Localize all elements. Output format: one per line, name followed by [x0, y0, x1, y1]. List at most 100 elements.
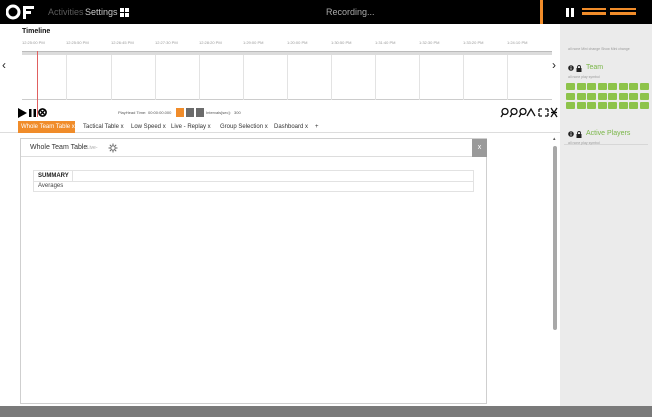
intervals-input[interactable]: 300 — [234, 110, 241, 115]
sidebar-filter-links[interactable]: all none Mini change Show Mini change — [568, 47, 630, 51]
close-panel-button[interactable]: x — [472, 139, 487, 157]
timeline-gridline — [331, 55, 332, 100]
audio-meter-icon — [582, 8, 636, 15]
gear-icon[interactable] — [108, 143, 118, 153]
player-chip[interactable] — [639, 83, 649, 90]
speed-button[interactable] — [196, 108, 204, 117]
player-chip[interactable] — [576, 102, 586, 109]
timeline-gridline — [419, 55, 420, 100]
tab-live-replay[interactable]: Live - Replay x — [168, 121, 214, 133]
timeline-gridline — [463, 55, 464, 100]
play-icon[interactable] — [18, 108, 27, 118]
timeline-tick: 12:28:20 PM — [199, 40, 222, 45]
player-chip[interactable] — [597, 102, 607, 109]
timeline-tick: 12:27:30 PM — [155, 40, 178, 45]
info-icon[interactable] — [568, 131, 574, 137]
info-icon[interactable] — [568, 65, 574, 71]
scrollbar-thumb[interactable] — [553, 146, 557, 330]
timeline-gridline — [66, 55, 67, 100]
summary-table: SUMMARY Averages — [33, 170, 474, 192]
timeline-tick: 1:29:00 PM — [243, 40, 264, 45]
player-chip[interactable] — [629, 102, 638, 109]
tab-tactical-table[interactable]: Tactical Table x — [80, 121, 127, 133]
player-chip[interactable] — [618, 92, 628, 100]
player-chip[interactable] — [576, 92, 586, 100]
active-players-title: Active Players — [586, 130, 631, 137]
player-chip[interactable] — [629, 92, 638, 100]
panel-header: Whole Team Table -Live- x — [21, 139, 487, 157]
player-chip[interactable] — [587, 83, 596, 90]
recording-status: Recording... — [326, 7, 375, 17]
player-chip[interactable] — [618, 102, 628, 109]
player-chip[interactable] — [639, 92, 649, 100]
right-sidebar: all none Mini change Show Mini change Te… — [560, 24, 652, 407]
transport-controls: PlayHead Time: 00:00:00.000 Intervals[se… — [0, 107, 560, 119]
lock-icon[interactable] — [576, 131, 582, 138]
stop-icon[interactable] — [38, 108, 47, 117]
tab-group-selection[interactable]: Group Selection x — [217, 121, 271, 133]
tab-bar: Whole Team Table x Tactical Table x Low … — [0, 121, 560, 133]
timeline-gridline — [287, 55, 288, 100]
tab-dashboard[interactable]: Dashboard x — [271, 121, 311, 133]
timeline-tick: 1:31:40 PM — [375, 40, 396, 45]
speed-button-orange[interactable] — [176, 108, 184, 117]
row-divider — [34, 181, 473, 182]
player-chip[interactable] — [597, 92, 607, 100]
player-chip[interactable] — [618, 83, 628, 90]
whole-team-table-panel: Whole Team Table -Live- x SUMMARY Averag… — [20, 138, 487, 404]
bottom-bar — [0, 406, 652, 417]
scroll-up-icon[interactable]: ▴ — [553, 136, 557, 142]
pause-icon[interactable] — [29, 109, 36, 117]
timeline-panel: Timeline 12:25:00 PM 12:25:50 PM 12:26:4… — [0, 24, 560, 120]
logo-icon — [6, 4, 34, 20]
panel-title: Whole Team Table — [30, 144, 88, 151]
player-chip[interactable] — [566, 83, 575, 90]
zoom-tools-icon[interactable] — [500, 107, 558, 118]
player-chip[interactable] — [608, 102, 617, 109]
player-chip[interactable] — [587, 92, 596, 100]
nav-settings[interactable]: Settings — [85, 7, 118, 17]
summary-header: SUMMARY — [38, 173, 69, 179]
add-tab-button[interactable]: + — [312, 121, 322, 133]
timeline-track[interactable] — [22, 55, 552, 100]
timeline-ticks: 12:25:00 PM 12:25:50 PM 12:26:45 PM 12:2… — [0, 40, 560, 48]
player-chip[interactable] — [566, 92, 575, 100]
playhead-time-value: 00:00:00.000 — [148, 110, 172, 115]
active-players-filter-links[interactable]: all none play symbol — [568, 141, 600, 145]
speed-button[interactable] — [186, 108, 194, 117]
timeline-tick: 1:20:00 PM — [287, 40, 308, 45]
pause-icon[interactable] — [566, 8, 574, 17]
timeline-tick: 1:33:20 PM — [463, 40, 484, 45]
player-chip[interactable] — [639, 102, 649, 109]
playhead-time-label: PlayHead Time: — [118, 110, 147, 115]
timeline-tick: 12:25:00 PM — [22, 40, 45, 45]
tab-low-speed[interactable]: Low Speed x — [128, 121, 169, 133]
timeline-gridline — [375, 55, 376, 100]
timeline-tick: 1:30:50 PM — [331, 40, 352, 45]
main-scrollbar[interactable]: ▴ — [553, 136, 557, 404]
top-bar: Activities Settings Recording... — [0, 0, 652, 24]
column-divider — [72, 171, 73, 181]
timeline-tick: 12:25:50 PM — [66, 40, 89, 45]
timeline-gridline — [243, 55, 244, 100]
player-chip[interactable] — [608, 83, 617, 90]
tab-whole-team-table[interactable]: Whole Team Table x — [18, 121, 75, 133]
scroll-right-icon[interactable]: › — [552, 58, 556, 72]
player-chip[interactable] — [566, 102, 575, 109]
player-chip[interactable] — [597, 83, 607, 90]
timeline-tick: 1:24:10 PM — [507, 40, 528, 45]
team-filter-links[interactable]: all none play symbol — [568, 75, 600, 79]
timeline-gridline — [111, 55, 112, 100]
player-chip[interactable] — [629, 83, 638, 90]
timeline-gridline — [507, 55, 508, 100]
lock-icon[interactable] — [576, 65, 582, 72]
nav-activities[interactable]: Activities — [48, 7, 84, 17]
player-chip[interactable] — [587, 102, 596, 109]
player-chip[interactable] — [576, 83, 586, 90]
timeline-tick: 1:32:30 PM — [419, 40, 440, 45]
grid-icon[interactable] — [120, 8, 129, 17]
scroll-left-icon[interactable]: ‹ — [2, 58, 6, 72]
timeline-gridline — [199, 55, 200, 100]
player-chip[interactable] — [608, 92, 617, 100]
intervals-label: Intervals[sec]: — [206, 110, 231, 115]
